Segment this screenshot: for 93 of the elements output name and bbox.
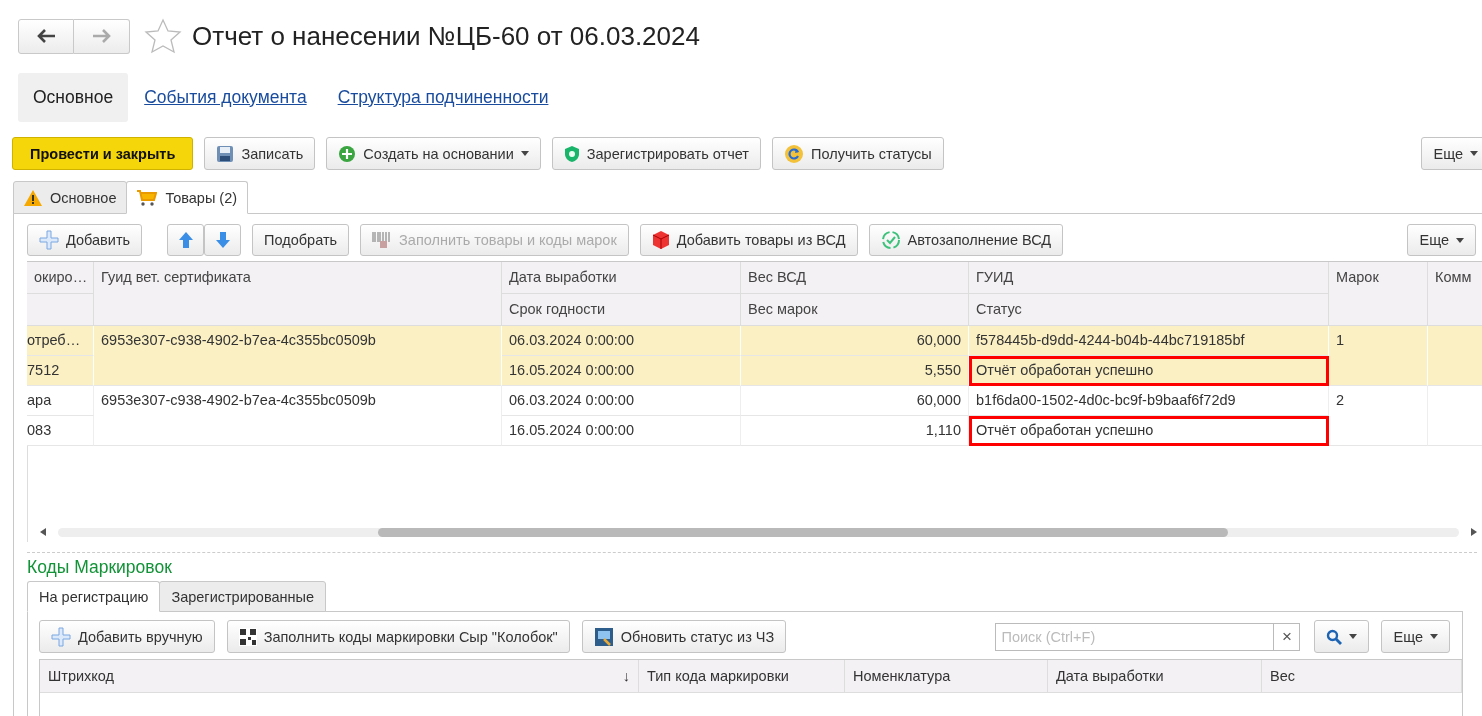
table-cell: 1 — [1329, 326, 1428, 386]
window-title: Отчет о нанесении №ЦБ-60 от 06.03.2024 — [192, 20, 700, 52]
sort-arrow[interactable]: ↓ — [622, 668, 630, 684]
table-cell: 16.05.2024 0:00:00 — [502, 416, 741, 446]
toolbar-button[interactable]: Обновить статус из ЧЗ — [581, 620, 787, 653]
warning-icon — [24, 189, 42, 206]
column-header: Гуид вет. сертификата — [94, 262, 502, 326]
plus-icon — [39, 230, 59, 250]
caret-icon — [520, 151, 529, 156]
barcode-icon — [372, 231, 393, 249]
scrollbar-thumb[interactable] — [378, 527, 1228, 537]
scroll-left-icon[interactable] — [40, 528, 46, 536]
table-cell: 60,000 — [741, 386, 969, 416]
table-cell: отреб… — [27, 326, 94, 356]
tab[interactable]: Товары (2) — [126, 181, 249, 214]
up-arrow-icon — [178, 232, 193, 248]
shield-icon — [563, 144, 580, 163]
table-cell: 083 — [27, 416, 94, 446]
more-button[interactable]: Еще — [1421, 137, 1482, 170]
section-title: Коды Маркировок — [27, 556, 173, 579]
scanner-icon — [593, 626, 614, 647]
move-down-button[interactable] — [204, 224, 242, 256]
caret-icon — [1456, 237, 1464, 243]
plus-icon — [51, 626, 71, 647]
table-cell: ара — [27, 386, 94, 416]
table-cell: 06.03.2024 0:00:00 — [502, 326, 741, 356]
table-cell: 2 — [1329, 386, 1428, 446]
column-header: Вес ВСД — [741, 262, 969, 294]
caret-icon — [1470, 151, 1478, 156]
star-icon[interactable] — [144, 18, 182, 54]
move-up-button[interactable] — [167, 224, 205, 256]
column-header: Дата выработки — [1056, 668, 1164, 684]
table-cell: 60,000 — [741, 326, 969, 356]
empty-header-cell — [27, 294, 94, 326]
refresh-icon — [784, 143, 804, 164]
qr-code-icon — [238, 627, 257, 646]
check-cycle-icon — [880, 230, 901, 250]
column-header: Вес — [1270, 668, 1295, 684]
table-cell: 06.03.2024 0:00:00 — [502, 386, 741, 416]
table-cell: 1,110 — [741, 416, 969, 446]
scroll-right-icon[interactable] — [1471, 528, 1477, 536]
status-cell: Отчёт обработан успешно — [969, 356, 1329, 386]
toolbar-button[interactable]: Добавить вручную — [39, 620, 215, 653]
caret-icon — [1349, 634, 1358, 639]
back-arrow-icon — [36, 29, 56, 43]
toolbar-button[interactable]: Добавить — [27, 224, 143, 256]
tab[interactable]: Основное — [13, 181, 128, 214]
box-icon — [651, 230, 670, 250]
post-and-close-button[interactable]: Провести и закрыть — [12, 137, 194, 170]
toolbar-button[interactable]: Создать на основании — [326, 137, 541, 170]
column-header: окиро… — [27, 262, 94, 294]
search-icon — [1326, 628, 1343, 645]
table-cell: 6953e307-c938-4902-b7ea-4c355bc0509b — [94, 326, 502, 386]
back-button[interactable] — [18, 18, 74, 54]
table-cell: 5,550 — [741, 356, 969, 386]
more-button[interactable]: Еще — [1381, 620, 1450, 653]
search-button[interactable] — [1314, 620, 1370, 653]
toolbar-button[interactable]: Зарегистрировать отчет — [551, 137, 761, 170]
tab[interactable]: На регистрацию — [27, 581, 161, 612]
toolbar-button[interactable]: Добавить товары из ВСД — [639, 224, 858, 256]
toolbar-button[interactable]: Записать — [204, 137, 316, 170]
more-button[interactable]: Еще — [1407, 224, 1476, 256]
nav-link[interactable]: Структура подчиненности — [322, 72, 564, 122]
column-header: Комм — [1428, 262, 1482, 326]
status-cell: Отчёт обработан успешно — [969, 416, 1329, 446]
column-header: Тип кода маркировки — [647, 668, 789, 684]
column-header: Дата выработки — [502, 262, 741, 294]
down-arrow-icon — [215, 232, 230, 248]
cart-icon — [137, 189, 158, 206]
table-cell: 7512 — [27, 356, 94, 386]
forward-arrow-icon — [91, 29, 112, 43]
toolbar-button[interactable]: Автозаполнение ВСД — [868, 224, 1064, 256]
nav-tab[interactable]: Основное — [18, 72, 129, 122]
nav-link[interactable]: События документа — [129, 72, 322, 122]
caret-icon — [1430, 634, 1438, 639]
table-cell: 6953e307-c938-4902-b7ea-4c355bc0509b — [94, 386, 502, 446]
table-cell: b1f6da00-1502-4d0c-bc9f-b9baaf6f72d9 — [969, 386, 1329, 416]
column-header: Срок годности — [502, 294, 741, 326]
column-header: Вес марок — [741, 294, 969, 326]
column-header: Статус — [969, 294, 1329, 326]
column-header: Номенклатура — [853, 668, 951, 684]
toolbar-button[interactable]: Подобрать — [252, 224, 350, 256]
column-header: Штрихкод — [48, 668, 115, 684]
column-header: Марок — [1329, 262, 1428, 326]
tab[interactable]: Зарегистрированные — [159, 581, 327, 612]
search-field[interactable]: Поиск (Ctrl+F) — [995, 622, 1274, 651]
table-cell: 16.05.2024 0:00:00 — [502, 356, 741, 386]
column-header: ГУИД — [969, 262, 1329, 294]
table-cell: f578445b-d9dd-4244-b04b-44bc719185bf — [969, 326, 1329, 356]
toolbar-button[interactable]: Получить статусы — [772, 137, 944, 170]
clear-button[interactable]: × — [1273, 622, 1301, 651]
toolbar-button[interactable]: Заполнить коды маркировки Сыр "Колобок" — [226, 620, 570, 653]
plus-circle-icon — [338, 144, 357, 163]
